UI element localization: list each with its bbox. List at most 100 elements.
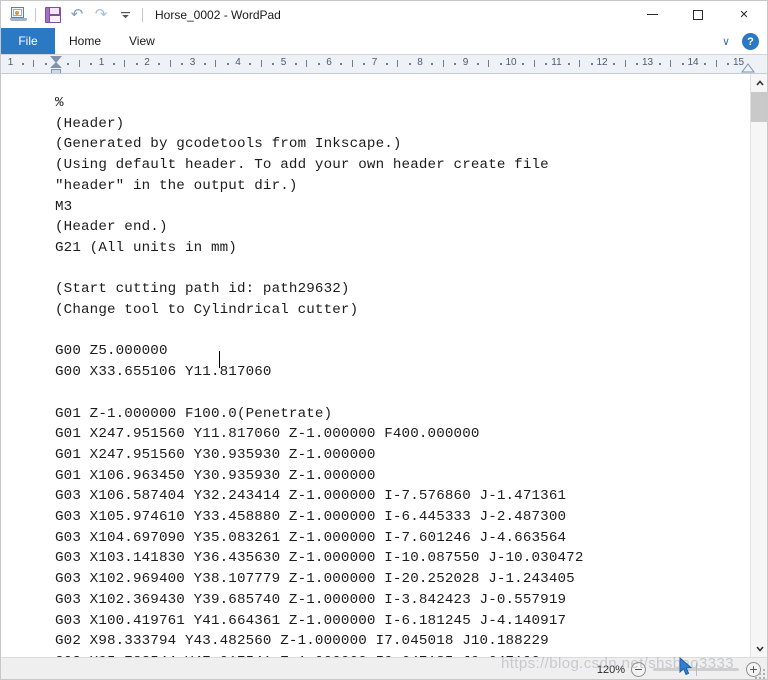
ruler-number: 13 bbox=[641, 57, 654, 68]
customize-qat-button[interactable] bbox=[114, 4, 136, 26]
zoom-slider[interactable] bbox=[653, 662, 739, 677]
ruler-dot bbox=[476, 63, 479, 65]
ruler[interactable]: 1 1 2 3 4 5 6 7 8 9 10 11 12 13 14 15 bbox=[1, 55, 767, 74]
zoom-out-button[interactable]: − bbox=[631, 662, 646, 677]
app-menu-icon[interactable] bbox=[7, 4, 29, 26]
ruler-dot bbox=[249, 63, 252, 65]
wordpad-icon bbox=[9, 7, 27, 22]
text-caret bbox=[219, 351, 220, 368]
ruler-dot bbox=[203, 63, 206, 65]
status-bar: 120% − + bbox=[1, 657, 767, 679]
undo-button[interactable]: ↶ bbox=[66, 4, 88, 26]
quick-access-toolbar: ↶ ↷ bbox=[7, 2, 147, 28]
ruler-dot bbox=[226, 63, 229, 65]
document-line: (Start cutting path id: path29632) bbox=[55, 281, 350, 298]
document-line: G01 X247.951560 Y11.817060 Z-1.000000 F4… bbox=[55, 426, 480, 443]
ruler-number: 8 bbox=[417, 57, 423, 68]
ruler-dot bbox=[636, 63, 639, 65]
customize-qat-icon bbox=[120, 12, 130, 19]
ruler-dot bbox=[567, 63, 570, 65]
minimize-button[interactable] bbox=[629, 1, 675, 28]
indent-marker[interactable] bbox=[50, 56, 62, 73]
close-button[interactable]: ✕ bbox=[721, 1, 767, 28]
ruler-dot bbox=[272, 63, 275, 65]
chevron-up-icon bbox=[755, 79, 764, 86]
save-icon bbox=[45, 6, 61, 23]
wordpad-window: ↶ ↷ Horse_0002 - WordPad ✕ File Home Vie… bbox=[0, 0, 768, 680]
ruler-dot bbox=[294, 63, 297, 65]
ruler-number: 1 bbox=[7, 57, 14, 68]
ruler-dot bbox=[21, 63, 24, 65]
ruler-number: 2 bbox=[144, 57, 150, 68]
document-line: G01 X106.963450 Y30.935930 Z-1.000000 bbox=[55, 467, 376, 484]
ruler-number: 1 bbox=[98, 57, 105, 68]
ruler-tick bbox=[397, 60, 399, 67]
maximize-button[interactable] bbox=[675, 1, 721, 28]
document-line: (Change tool to Cylindrical cutter) bbox=[55, 302, 359, 319]
ruler-dot bbox=[317, 63, 320, 65]
ruler-dot bbox=[340, 63, 343, 65]
ruler-dot bbox=[67, 63, 70, 65]
ruler-tick bbox=[78, 60, 80, 67]
undo-icon: ↶ bbox=[70, 5, 84, 23]
document-line: G01 X247.951560 Y30.935930 Z-1.000000 bbox=[55, 446, 376, 463]
ruler-dot bbox=[704, 63, 707, 65]
help-icon[interactable]: ? bbox=[742, 33, 759, 50]
ruler-number: 11 bbox=[551, 57, 562, 68]
tab-home[interactable]: Home bbox=[55, 28, 115, 54]
tab-home-label: Home bbox=[69, 34, 102, 48]
right-indent-marker[interactable] bbox=[741, 62, 755, 73]
document-line: G00 Z5.000000 bbox=[55, 343, 168, 360]
ruler-dot bbox=[613, 63, 616, 65]
vertical-scrollbar[interactable] bbox=[750, 74, 767, 657]
qat-divider-1 bbox=[35, 7, 36, 22]
ruler-number: 6 bbox=[326, 57, 332, 68]
chevron-down-icon bbox=[755, 645, 764, 652]
ruler-dot bbox=[90, 63, 93, 65]
document-line: (Header end.) bbox=[55, 219, 168, 236]
ruler-dot bbox=[135, 63, 138, 65]
ruler-tick bbox=[624, 60, 626, 67]
tab-view[interactable]: View bbox=[115, 28, 169, 54]
ruler-tick bbox=[488, 60, 490, 67]
ruler-tick bbox=[442, 60, 444, 67]
ruler-dot bbox=[431, 63, 434, 65]
resize-grip[interactable] bbox=[755, 669, 765, 679]
ruler-tick bbox=[306, 60, 308, 67]
document-line: "header" in the output dir.) bbox=[55, 177, 298, 194]
document-line: G03 X102.369430 Y39.685740 Z-1.000000 I-… bbox=[55, 591, 567, 608]
tab-file-label: File bbox=[18, 34, 38, 48]
ruler-number: 10 bbox=[505, 57, 517, 68]
tab-file[interactable]: File bbox=[1, 28, 55, 54]
ruler-tick bbox=[715, 60, 717, 67]
ruler-dot bbox=[158, 63, 161, 65]
window-title: Horse_0002 - WordPad bbox=[155, 7, 281, 22]
chevron-down-icon[interactable]: ∨ bbox=[718, 35, 734, 48]
gcode-text[interactable]: % (Header) (Generated by gcodetools from I… bbox=[55, 93, 750, 657]
document-page[interactable]: % (Header) (Generated by gcodetools from I… bbox=[1, 74, 750, 657]
document-line: (Header) bbox=[55, 115, 125, 132]
ruler-number: 9 bbox=[462, 57, 469, 68]
zoom-slider-tick bbox=[696, 663, 697, 676]
window-controls: ✕ bbox=[629, 1, 767, 28]
ruler-dot bbox=[408, 63, 411, 65]
ruler-dot bbox=[385, 63, 388, 65]
save-button[interactable] bbox=[42, 4, 64, 26]
ruler-dot bbox=[112, 63, 115, 65]
ruler-tick bbox=[33, 60, 35, 67]
document-line: G03 X105.974610 Y33.458880 Z-1.000000 I-… bbox=[55, 509, 567, 526]
maximize-icon bbox=[693, 9, 703, 20]
scroll-down-button[interactable] bbox=[751, 640, 767, 657]
document-line: (Generated by gcodetools from Inkscape.) bbox=[55, 136, 402, 153]
ribbon-right-controls: ∨ ? bbox=[718, 28, 763, 55]
ruler-dot bbox=[658, 63, 661, 65]
ruler-dot bbox=[44, 63, 47, 65]
scroll-up-button[interactable] bbox=[751, 74, 767, 91]
document-line: G03 X103.141830 Y36.435630 Z-1.000000 I-… bbox=[55, 550, 584, 567]
ruler-dot bbox=[181, 63, 184, 65]
hanging-indent-icon bbox=[50, 62, 62, 68]
ribbon-tab-bar: File Home View ∨ ? bbox=[1, 28, 767, 55]
scrollbar-thumb[interactable] bbox=[751, 92, 767, 122]
redo-button[interactable]: ↷ bbox=[90, 4, 112, 26]
